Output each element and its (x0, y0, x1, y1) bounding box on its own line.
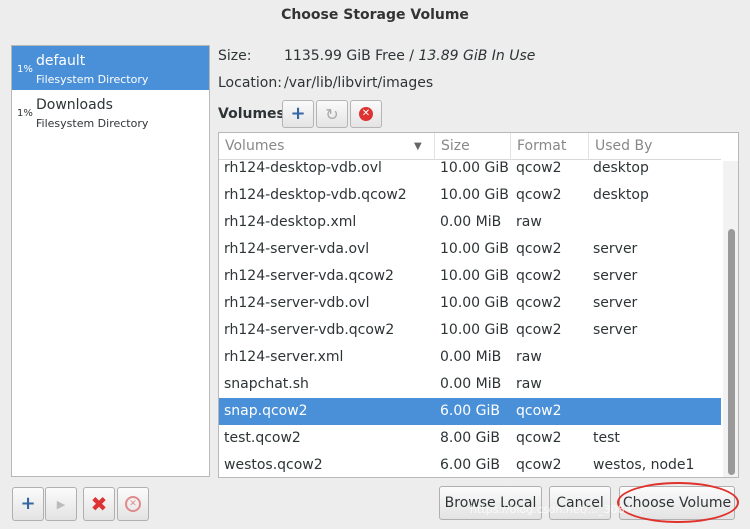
volume-table-body: rh124-desktop-vdb.ovl 10.00 GiB qcow2 de… (219, 155, 721, 477)
volume-table-header: Volumes ▼ Size Format Used By (219, 133, 721, 160)
volume-format: qcow2 (516, 403, 562, 419)
pool-usage-percent: 1% (17, 64, 33, 75)
table-row[interactable]: westos.qcow2 6.00 GiB qcow2 westos, node… (219, 452, 721, 477)
volume-used-by: server (593, 241, 638, 257)
volume-size: 0.00 MiB (440, 376, 502, 392)
pool-usage-percent: 1% (17, 108, 33, 119)
play-icon: ▶ (56, 497, 66, 511)
column-header-volumes[interactable]: Volumes ▼ (219, 133, 435, 160)
vertical-scrollbar[interactable] (723, 161, 738, 477)
refresh-icon: ↻ (325, 104, 339, 124)
table-row[interactable]: rh124-server-vda.ovl 10.00 GiB qcow2 ser… (219, 236, 721, 263)
stop-pool-button[interactable]: ✕ (117, 487, 149, 521)
storage-pool-list[interactable]: 1% default Filesystem Directory 1% Downl… (11, 45, 210, 477)
volume-size: 8.00 GiB (440, 430, 500, 446)
volume-used-by: server (593, 322, 638, 338)
volume-format: qcow2 (516, 241, 562, 257)
watermark: https://blog.csdn.net/..._3084... (470, 503, 643, 516)
volume-format: raw (516, 349, 542, 365)
volume-format: qcow2 (516, 457, 562, 473)
volume-size: 10.00 GiB (440, 187, 509, 203)
volume-size: 10.00 GiB (440, 268, 509, 284)
add-icon: + (20, 493, 36, 514)
volume-table[interactable]: rh124-desktop-vdb.ovl 10.00 GiB qcow2 de… (218, 132, 739, 478)
delete-icon: ✖ (90, 492, 108, 516)
volume-name: test.qcow2 (224, 430, 301, 446)
volume-format: qcow2 (516, 268, 562, 284)
add-icon: + (290, 103, 306, 124)
table-row[interactable]: rh124-server-vda.qcow2 10.00 GiB qcow2 s… (219, 263, 721, 290)
size-free: 1135.99 GiB Free / (284, 48, 415, 64)
volume-format: qcow2 (516, 187, 562, 203)
location-label: Location: (218, 75, 282, 91)
volume-name: rh124-server.xml (224, 349, 344, 365)
size-label: Size: (218, 48, 252, 64)
column-header-label: Format (517, 138, 567, 154)
volume-format: qcow2 (516, 322, 562, 338)
volume-used-by: test (593, 430, 620, 446)
volume-used-by: desktop (593, 187, 649, 203)
stop-icon: ✕ (125, 496, 141, 512)
size-used: 13.89 GiB In Use (418, 48, 536, 64)
volume-name: westos.qcow2 (224, 457, 323, 473)
table-row[interactable]: rh124-server-vdb.ovl 10.00 GiB qcow2 ser… (219, 290, 721, 317)
volumes-label: Volumes (218, 106, 285, 122)
pool-item-default[interactable]: 1% default Filesystem Directory (12, 46, 209, 90)
volume-format: qcow2 (516, 430, 562, 446)
volume-name: rh124-server-vdb.qcow2 (224, 322, 395, 338)
size-value: 1135.99 GiB Free / 13.89 GiB In Use (284, 48, 535, 64)
add-pool-button[interactable]: + (12, 487, 44, 521)
volume-used-by: server (593, 295, 638, 311)
volume-name: rh124-desktop.xml (224, 214, 357, 230)
volume-size: 0.00 MiB (440, 214, 502, 230)
volume-format: qcow2 (516, 295, 562, 311)
column-header-format[interactable]: Format (511, 133, 589, 160)
pool-name: default (36, 53, 86, 69)
delete-volume-button[interactable]: ✕ (350, 100, 382, 128)
volume-name: snapchat.sh (224, 376, 309, 392)
scrollbar-thumb[interactable] (728, 229, 735, 475)
pool-type: Filesystem Directory (36, 73, 149, 86)
column-header-used-by[interactable]: Used By (589, 133, 721, 160)
volume-size: 10.00 GiB (440, 241, 509, 257)
column-header-label: Size (441, 138, 470, 154)
volume-size: 10.00 GiB (440, 295, 509, 311)
volume-used-by: server (593, 268, 638, 284)
volume-size: 6.00 GiB (440, 457, 500, 473)
table-row[interactable]: rh124-desktop.xml 0.00 MiB raw (219, 209, 721, 236)
table-row[interactable]: rh124-server.xml 0.00 MiB raw (219, 344, 721, 371)
pool-type: Filesystem Directory (36, 117, 149, 130)
volume-format: raw (516, 214, 542, 230)
volume-name: rh124-server-vda.qcow2 (224, 268, 394, 284)
table-row[interactable]: rh124-server-vdb.qcow2 10.00 GiB qcow2 s… (219, 317, 721, 344)
table-row[interactable]: rh124-desktop-vdb.qcow2 10.00 GiB qcow2 … (219, 182, 721, 209)
volume-name: rh124-server-vda.ovl (224, 241, 370, 257)
table-row[interactable]: test.qcow2 8.00 GiB qcow2 test (219, 425, 721, 452)
delete-pool-button[interactable]: ✖ (83, 487, 115, 521)
table-row-selected[interactable]: snap.qcow2 6.00 GiB qcow2 (219, 398, 721, 425)
column-header-label: Used By (595, 138, 653, 154)
pool-name: Downloads (36, 97, 113, 113)
pool-item-downloads[interactable]: 1% Downloads Filesystem Directory (12, 90, 209, 134)
start-pool-button[interactable]: ▶ (45, 487, 77, 521)
volume-name: rh124-desktop-vdb.qcow2 (224, 187, 407, 203)
volume-format: raw (516, 376, 542, 392)
column-header-label: Volumes (225, 138, 285, 154)
sort-down-icon: ▼ (414, 141, 422, 152)
add-volume-button[interactable]: + (282, 100, 314, 128)
volume-size: 0.00 MiB (440, 349, 502, 365)
volume-size: 6.00 GiB (440, 403, 500, 419)
window-title: Choose Storage Volume (281, 7, 469, 23)
volume-size: 10.00 GiB (440, 322, 509, 338)
volume-name: rh124-server-vdb.ovl (224, 295, 370, 311)
column-header-size[interactable]: Size (435, 133, 511, 160)
refresh-volumes-button[interactable]: ↻ (316, 100, 348, 128)
delete-icon: ✕ (359, 107, 373, 121)
volume-used-by: westos, node1 (593, 457, 695, 473)
location-value: /var/lib/libvirt/images (284, 75, 434, 91)
volume-name: snap.qcow2 (224, 403, 308, 419)
table-row[interactable]: snapchat.sh 0.00 MiB raw (219, 371, 721, 398)
